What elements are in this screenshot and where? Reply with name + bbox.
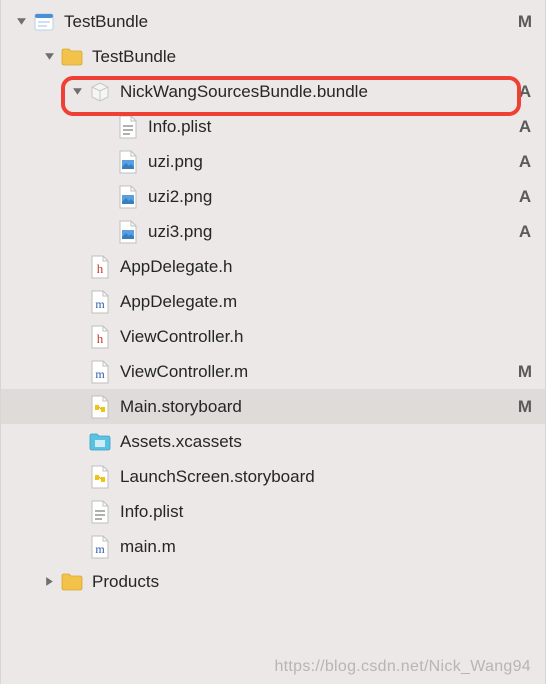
tree-item-label: Products [92, 572, 515, 592]
tree-item-label: uzi.png [148, 152, 515, 172]
svg-text:m: m [95, 367, 105, 381]
tree-row-file[interactable]: uzi.png A [1, 144, 545, 179]
tree-row-bundle[interactable]: NickWangSourcesBundle.bundle A [1, 74, 545, 109]
disclosure-triangle-closed-icon[interactable] [41, 574, 57, 590]
folder-icon [60, 45, 84, 69]
bundle-icon [88, 80, 112, 104]
impl-file-icon: m [88, 535, 112, 559]
tree-item-label: uzi3.png [148, 222, 515, 242]
scm-status-badge: A [515, 152, 535, 172]
header-file-icon: h [88, 255, 112, 279]
tree-item-label: main.m [120, 537, 515, 557]
impl-file-icon: m [88, 360, 112, 384]
watermark-text: https://blog.csdn.net/Nick_Wang94 [274, 658, 531, 676]
disclosure-triangle-open-icon[interactable] [13, 14, 29, 30]
folder-icon [60, 570, 84, 594]
png-file-icon [116, 220, 140, 244]
tree-row-file[interactable]: Info.plist A [1, 109, 545, 144]
svg-text:m: m [95, 297, 105, 311]
tree-item-label: TestBundle [64, 12, 515, 32]
tree-row-file[interactable]: LaunchScreen.storyboard [1, 459, 545, 494]
project-navigator[interactable]: TestBundle M TestBundle NickWangSourcesB… [1, 0, 545, 599]
tree-item-label: TestBundle [92, 47, 515, 67]
tree-row-file[interactable]: uzi3.png A [1, 214, 545, 249]
tree-item-label: uzi2.png [148, 187, 515, 207]
tree-item-label: Info.plist [120, 502, 515, 522]
disclosure-triangle-open-icon[interactable] [41, 49, 57, 65]
tree-item-label: ViewController.h [120, 327, 515, 347]
tree-item-label: AppDelegate.m [120, 292, 515, 312]
svg-text:h: h [97, 261, 104, 276]
header-file-icon: h [88, 325, 112, 349]
scm-status-badge: A [515, 82, 535, 102]
tree-row-file[interactable]: Info.plist [1, 494, 545, 529]
tree-item-label: LaunchScreen.storyboard [120, 467, 515, 487]
png-file-icon [116, 185, 140, 209]
tree-item-label: AppDelegate.h [120, 257, 515, 277]
tree-item-label: ViewController.m [120, 362, 515, 382]
tree-row-file[interactable]: m ViewController.m M [1, 354, 545, 389]
tree-row-file[interactable]: Assets.xcassets [1, 424, 545, 459]
storyboard-file-icon [88, 395, 112, 419]
xcodeproj-icon [32, 10, 56, 34]
xcassets-icon [88, 430, 112, 454]
tree-item-label: Main.storyboard [120, 397, 515, 417]
tree-row-file[interactable]: m main.m [1, 529, 545, 564]
tree-row-file[interactable]: h AppDelegate.h [1, 249, 545, 284]
tree-row-project[interactable]: TestBundle M [1, 4, 545, 39]
tree-item-label: Info.plist [148, 117, 515, 137]
tree-item-label: Assets.xcassets [120, 432, 515, 452]
storyboard-file-icon [88, 465, 112, 489]
tree-row-file[interactable]: uzi2.png A [1, 179, 545, 214]
scm-status-badge: M [515, 362, 535, 382]
svg-text:m: m [95, 542, 105, 556]
scm-status-badge: M [515, 12, 535, 32]
scm-status-badge: A [515, 222, 535, 242]
impl-file-icon: m [88, 290, 112, 314]
plist-file-icon [116, 115, 140, 139]
plist-file-icon [88, 500, 112, 524]
tree-row-file-selected[interactable]: Main.storyboard M [1, 389, 545, 424]
tree-item-label: NickWangSourcesBundle.bundle [120, 82, 515, 102]
scm-status-badge: A [515, 117, 535, 137]
png-file-icon [116, 150, 140, 174]
svg-text:h: h [97, 331, 104, 346]
tree-row-group[interactable]: TestBundle [1, 39, 545, 74]
tree-row-file[interactable]: m AppDelegate.m [1, 284, 545, 319]
disclosure-triangle-open-icon[interactable] [69, 84, 85, 100]
tree-row-group[interactable]: Products [1, 564, 545, 599]
tree-row-file[interactable]: h ViewController.h [1, 319, 545, 354]
scm-status-badge: A [515, 187, 535, 207]
scm-status-badge: M [515, 397, 535, 417]
